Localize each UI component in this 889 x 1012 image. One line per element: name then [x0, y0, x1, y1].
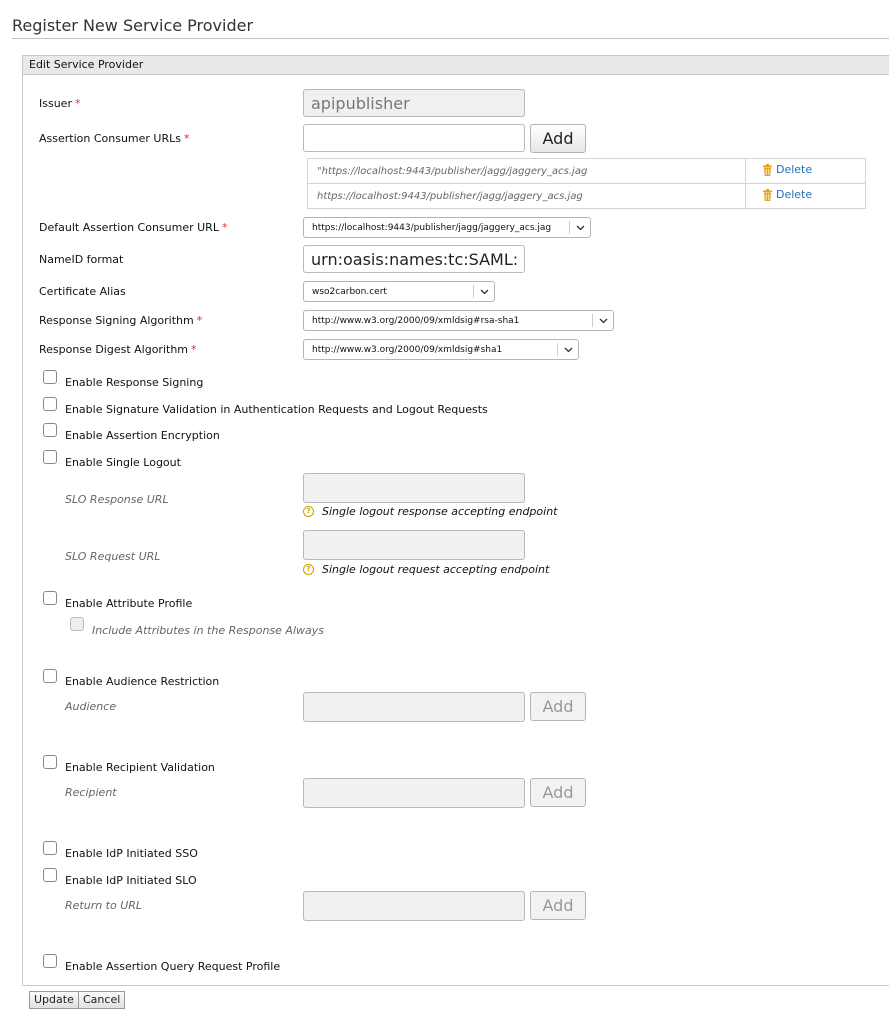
enable-assertion-encryption-label: Enable Assertion Encryption [65, 429, 220, 442]
delete-acs-url-link[interactable]: Delete [762, 188, 812, 201]
enable-recipient-validation-checkbox[interactable] [43, 755, 57, 769]
recipient-label: Recipient [65, 786, 117, 799]
issuer-input[interactable] [303, 89, 525, 117]
enable-idp-initiated-sso-label: Enable IdP Initiated SSO [65, 847, 198, 860]
response-digest-algorithm-label: Response Digest Algorithm * [39, 343, 197, 356]
audience-input[interactable] [303, 692, 525, 722]
enable-response-signing-label: Enable Response Signing [65, 376, 204, 389]
chevron-down-icon [569, 221, 590, 234]
panel-bottom-divider [22, 985, 889, 986]
nameid-format-input[interactable] [303, 245, 525, 273]
recipient-input[interactable] [303, 778, 525, 808]
enable-assertion-query-checkbox[interactable] [43, 954, 57, 968]
default-acs-url-select[interactable]: https://localhost:9443/publisher/jagg/ja… [303, 217, 591, 238]
slo-response-url-input[interactable] [303, 473, 525, 503]
enable-attribute-profile-checkbox[interactable] [43, 591, 57, 605]
enable-attribute-profile-label: Enable Attribute Profile [65, 597, 193, 610]
enable-recipient-validation-label: Enable Recipient Validation [65, 761, 215, 774]
enable-response-signing-checkbox[interactable] [43, 370, 57, 384]
update-button[interactable]: Update [29, 991, 79, 1009]
audience-label: Audience [65, 700, 117, 713]
acs-url-table: "https://localhost:9443/publisher/jagg/j… [307, 158, 866, 209]
issuer-label: Issuer * [39, 97, 81, 110]
include-attributes-checkbox[interactable] [70, 617, 84, 631]
chevron-down-icon [473, 285, 494, 298]
page-title: Register New Service Provider [12, 16, 254, 35]
enable-audience-restriction-label: Enable Audience Restriction [65, 675, 220, 688]
certificate-alias-label: Certificate Alias [39, 285, 126, 298]
trash-icon [763, 188, 772, 201]
enable-single-logout-checkbox[interactable] [43, 450, 57, 464]
table-row: https://localhost:9443/publisher/jagg/ja… [307, 183, 866, 209]
response-digest-algorithm-select[interactable]: http://www.w3.org/2000/09/xmldsig#sha1 [303, 339, 579, 360]
enable-signature-validation-checkbox[interactable] [43, 397, 57, 411]
table-row: "https://localhost:9443/publisher/jagg/j… [307, 158, 866, 184]
enable-idp-initiated-slo-checkbox[interactable] [43, 868, 57, 882]
panel-header: Edit Service Provider [23, 56, 889, 75]
return-to-url-label: Return to URL [65, 899, 143, 912]
chevron-down-icon [592, 314, 613, 327]
delete-acs-url-link[interactable]: Delete [762, 163, 812, 176]
slo-response-url-label: SLO Response URL [65, 493, 169, 506]
certificate-alias-select[interactable]: wso2carbon.cert [303, 281, 495, 302]
enable-assertion-encryption-checkbox[interactable] [43, 423, 57, 437]
slo-request-url-hint: ? Single logout request accepting endpoin… [303, 563, 549, 576]
include-attributes-label: Include Attributes in the Response Alway… [92, 624, 324, 637]
acs-url-cell: https://localhost:9443/publisher/jagg/ja… [307, 183, 746, 209]
default-acs-url-label: Default Assertion Consumer URL * [39, 221, 228, 234]
slo-request-url-input[interactable] [303, 530, 525, 560]
cancel-button[interactable]: Cancel [78, 991, 126, 1009]
response-signing-algorithm-select[interactable]: http://www.w3.org/2000/09/xmldsig#rsa-sh… [303, 310, 614, 331]
slo-response-url-hint: ? Single logout response accepting endpoi… [303, 505, 557, 518]
enable-audience-restriction-checkbox[interactable] [43, 669, 57, 683]
help-icon: ? [303, 564, 314, 575]
enable-idp-initiated-sso-checkbox[interactable] [43, 841, 57, 855]
enable-signature-validation-label: Enable Signature Validation in Authentic… [65, 403, 488, 416]
title-divider [12, 38, 889, 39]
help-icon: ? [303, 506, 314, 517]
chevron-down-icon [557, 343, 578, 356]
slo-request-url-label: SLO Request URL [65, 550, 161, 563]
nameid-format-label: NameID format [39, 253, 124, 266]
add-recipient-button[interactable]: Add [530, 778, 586, 807]
return-to-url-input[interactable] [303, 891, 525, 921]
add-return-to-url-button[interactable]: Add [530, 891, 586, 920]
trash-icon [763, 163, 772, 176]
acs-url-cell: "https://localhost:9443/publisher/jagg/j… [307, 158, 746, 184]
enable-single-logout-label: Enable Single Logout [65, 456, 181, 469]
add-acs-url-button[interactable]: Add [530, 124, 586, 153]
enable-idp-initiated-slo-label: Enable IdP Initiated SLO [65, 874, 197, 887]
enable-assertion-query-label: Enable Assertion Query Request Profile [65, 960, 281, 973]
add-audience-button[interactable]: Add [530, 692, 586, 721]
response-signing-algorithm-label: Response Signing Algorithm * [39, 314, 203, 327]
acs-url-input[interactable] [303, 124, 525, 152]
acs-urls-label: Assertion Consumer URLs * [39, 132, 190, 145]
